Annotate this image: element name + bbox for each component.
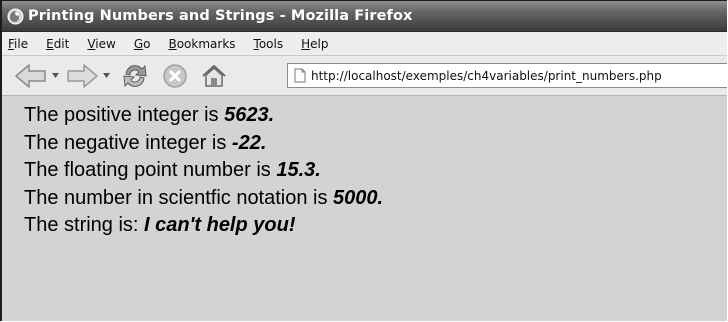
page-icon	[294, 68, 306, 83]
back-history-dropdown[interactable]	[51, 73, 59, 79]
menu-bookmarks[interactable]: Bookmarks	[168, 36, 235, 52]
chevron-down-icon	[51, 73, 59, 78]
stop-icon	[163, 63, 187, 88]
forward-button[interactable]	[65, 63, 99, 89]
reload-button[interactable]	[120, 61, 150, 91]
floating-point-value: 15.3.	[276, 159, 321, 181]
negative-integer-line: The negative integer is -22.	[24, 131, 267, 154]
forward-history-dropdown[interactable]	[102, 73, 110, 79]
menu-tools[interactable]: Tools	[254, 36, 284, 52]
window-title: Printing Numbers and Strings - Mozilla F…	[28, 8, 413, 24]
browser-window: Printing Numbers and Strings - Mozilla F…	[0, 0, 727, 321]
forward-icon	[67, 63, 98, 88]
negative-integer-value: -22.	[231, 131, 267, 154]
menu-view[interactable]: View	[87, 36, 115, 52]
menu-go[interactable]: Go	[134, 36, 151, 52]
string-value: I can't help you!	[144, 214, 296, 236]
home-button[interactable]	[200, 63, 228, 89]
stop-button[interactable]	[162, 63, 188, 89]
menu-file[interactable]: File	[8, 36, 28, 52]
scientific-notation-line: The number in scientfic notation is 5000…	[24, 186, 384, 209]
scientific-notation-value: 5000.	[333, 186, 384, 209]
chevron-down-icon	[102, 73, 110, 78]
address-bar[interactable]	[287, 63, 727, 88]
navigation-toolbar	[2, 56, 727, 96]
firefox-icon	[7, 8, 24, 25]
floating-point-line: The floating point number is 15.3.	[24, 159, 321, 181]
page-content: The positive integer is 5623. The negati…	[2, 96, 727, 321]
back-button[interactable]	[14, 63, 48, 89]
home-icon	[202, 64, 226, 87]
string-line: The string is: I can't help you!	[24, 214, 296, 236]
menu-help[interactable]: Help	[301, 36, 328, 52]
menu-bar: File Edit View Go Bookmarks Tools Help	[2, 32, 727, 56]
reload-icon	[123, 64, 147, 87]
positive-integer-line: The positive integer is 5623.	[24, 104, 275, 126]
menu-edit[interactable]: Edit	[46, 36, 69, 52]
url-input[interactable]	[306, 65, 727, 86]
title-bar[interactable]: Printing Numbers and Strings - Mozilla F…	[2, 1, 727, 32]
back-icon	[15, 63, 46, 88]
positive-integer-value: 5623.	[224, 104, 275, 126]
